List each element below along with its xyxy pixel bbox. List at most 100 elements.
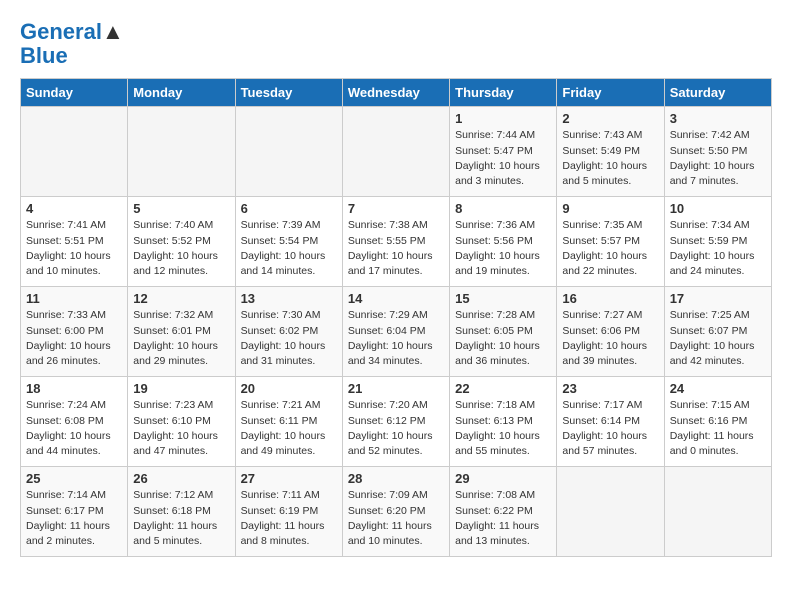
day-number: 9 [562,201,658,216]
day-info: Sunrise: 7:14 AM Sunset: 6:17 PM Dayligh… [26,488,122,549]
calendar-week-row: 1Sunrise: 7:44 AM Sunset: 5:47 PM Daylig… [21,107,772,197]
day-info: Sunrise: 7:15 AM Sunset: 6:16 PM Dayligh… [670,398,766,459]
day-info: Sunrise: 7:40 AM Sunset: 5:52 PM Dayligh… [133,218,229,279]
day-info: Sunrise: 7:09 AM Sunset: 6:20 PM Dayligh… [348,488,444,549]
weekday-header: Wednesday [342,79,449,107]
day-number: 15 [455,291,551,306]
day-number: 19 [133,381,229,396]
day-info: Sunrise: 7:34 AM Sunset: 5:59 PM Dayligh… [670,218,766,279]
day-number: 24 [670,381,766,396]
day-number: 25 [26,471,122,486]
day-number: 2 [562,111,658,126]
day-info: Sunrise: 7:18 AM Sunset: 6:13 PM Dayligh… [455,398,551,459]
logo-text: General▲ [20,20,124,44]
calendar-cell: 27 Sunrise: 7:11 AM Sunset: 6:19 PM Dayli… [235,467,342,557]
calendar-body: 1Sunrise: 7:44 AM Sunset: 5:47 PM Daylig… [21,107,772,557]
calendar-week-row: 18 Sunrise: 7:24 AM Sunset: 6:08 PM Dayli… [21,377,772,467]
day-info: Sunrise: 7:35 AM Sunset: 5:57 PM Dayligh… [562,218,658,279]
day-number: 26 [133,471,229,486]
day-info: Sunrise: 7:38 AM Sunset: 5:55 PM Dayligh… [348,218,444,279]
calendar-cell [664,467,771,557]
day-number: 18 [26,381,122,396]
day-number: 11 [26,291,122,306]
weekday-header: Friday [557,79,664,107]
day-info: Sunrise: 7:43 AM Sunset: 5:49 PM Dayligh… [562,128,658,189]
calendar-cell: 9 Sunrise: 7:35 AM Sunset: 5:57 PM Daylig… [557,197,664,287]
day-info: Sunrise: 7:24 AM Sunset: 6:08 PM Dayligh… [26,398,122,459]
calendar-cell: 26 Sunrise: 7:12 AM Sunset: 6:18 PM Dayli… [128,467,235,557]
weekday-header: Monday [128,79,235,107]
calendar-cell: 4 Sunrise: 7:41 AM Sunset: 5:51 PM Daylig… [21,197,128,287]
day-info: Sunrise: 7:21 AM Sunset: 6:11 PM Dayligh… [241,398,337,459]
calendar-cell [128,107,235,197]
page-header: General▲ Blue [20,20,772,68]
day-number: 28 [348,471,444,486]
day-number: 21 [348,381,444,396]
day-info: Sunrise: 7:12 AM Sunset: 6:18 PM Dayligh… [133,488,229,549]
calendar-cell: 10 Sunrise: 7:34 AM Sunset: 5:59 PM Dayli… [664,197,771,287]
day-info: Sunrise: 7:29 AM Sunset: 6:04 PM Dayligh… [348,308,444,369]
calendar-cell: 12 Sunrise: 7:32 AM Sunset: 6:01 PM Dayli… [128,287,235,377]
calendar-cell: 21 Sunrise: 7:20 AM Sunset: 6:12 PM Dayli… [342,377,449,467]
calendar-cell: 5 Sunrise: 7:40 AM Sunset: 5:52 PM Daylig… [128,197,235,287]
day-info: Sunrise: 7:27 AM Sunset: 6:06 PM Dayligh… [562,308,658,369]
calendar-cell: 1Sunrise: 7:44 AM Sunset: 5:47 PM Daylig… [450,107,557,197]
day-info: Sunrise: 7:39 AM Sunset: 5:54 PM Dayligh… [241,218,337,279]
day-number: 10 [670,201,766,216]
day-number: 22 [455,381,551,396]
weekday-header: Sunday [21,79,128,107]
day-number: 20 [241,381,337,396]
day-info: Sunrise: 7:41 AM Sunset: 5:51 PM Dayligh… [26,218,122,279]
calendar-cell [21,107,128,197]
calendar-week-row: 25 Sunrise: 7:14 AM Sunset: 6:17 PM Dayli… [21,467,772,557]
calendar-table: SundayMondayTuesdayWednesdayThursdayFrid… [20,78,772,557]
day-info: Sunrise: 7:25 AM Sunset: 6:07 PM Dayligh… [670,308,766,369]
day-number: 16 [562,291,658,306]
calendar-cell: 18 Sunrise: 7:24 AM Sunset: 6:08 PM Dayli… [21,377,128,467]
day-info: Sunrise: 7:30 AM Sunset: 6:02 PM Dayligh… [241,308,337,369]
calendar-cell [557,467,664,557]
calendar-cell: 23Sunrise: 7:17 AM Sunset: 6:14 PM Dayli… [557,377,664,467]
day-info: Sunrise: 7:44 AM Sunset: 5:47 PM Dayligh… [455,128,551,189]
day-number: 5 [133,201,229,216]
calendar-cell: 24 Sunrise: 7:15 AM Sunset: 6:16 PM Dayli… [664,377,771,467]
day-number: 13 [241,291,337,306]
day-number: 27 [241,471,337,486]
day-info: Sunrise: 7:36 AM Sunset: 5:56 PM Dayligh… [455,218,551,279]
calendar-cell: 3 Sunrise: 7:42 AM Sunset: 5:50 PM Daylig… [664,107,771,197]
day-number: 3 [670,111,766,126]
day-number: 4 [26,201,122,216]
calendar-cell: 8 Sunrise: 7:36 AM Sunset: 5:56 PM Daylig… [450,197,557,287]
day-number: 14 [348,291,444,306]
calendar-week-row: 11Sunrise: 7:33 AM Sunset: 6:00 PM Dayli… [21,287,772,377]
day-info: Sunrise: 7:42 AM Sunset: 5:50 PM Dayligh… [670,128,766,189]
calendar-cell: 17 Sunrise: 7:25 AM Sunset: 6:07 PM Dayli… [664,287,771,377]
weekday-header: Saturday [664,79,771,107]
calendar-cell: 29Sunrise: 7:08 AM Sunset: 6:22 PM Dayli… [450,467,557,557]
calendar-cell: 22 Sunrise: 7:18 AM Sunset: 6:13 PM Dayli… [450,377,557,467]
calendar-week-row: 4 Sunrise: 7:41 AM Sunset: 5:51 PM Daylig… [21,197,772,287]
calendar-cell: 28 Sunrise: 7:09 AM Sunset: 6:20 PM Dayli… [342,467,449,557]
logo: General▲ Blue [20,20,124,68]
calendar-cell: 15Sunrise: 7:28 AM Sunset: 6:05 PM Dayli… [450,287,557,377]
day-info: Sunrise: 7:17 AM Sunset: 6:14 PM Dayligh… [562,398,658,459]
logo-text2: Blue [20,44,124,68]
calendar-cell: 19 Sunrise: 7:23 AM Sunset: 6:10 PM Dayli… [128,377,235,467]
day-number: 6 [241,201,337,216]
calendar-cell: 16 Sunrise: 7:27 AM Sunset: 6:06 PM Dayli… [557,287,664,377]
day-number: 8 [455,201,551,216]
day-number: 12 [133,291,229,306]
day-info: Sunrise: 7:20 AM Sunset: 6:12 PM Dayligh… [348,398,444,459]
day-number: 17 [670,291,766,306]
day-info: Sunrise: 7:23 AM Sunset: 6:10 PM Dayligh… [133,398,229,459]
calendar-cell: 13 Sunrise: 7:30 AM Sunset: 6:02 PM Dayli… [235,287,342,377]
calendar-cell [235,107,342,197]
calendar-header-row: SundayMondayTuesdayWednesdayThursdayFrid… [21,79,772,107]
weekday-header: Thursday [450,79,557,107]
day-info: Sunrise: 7:32 AM Sunset: 6:01 PM Dayligh… [133,308,229,369]
day-number: 7 [348,201,444,216]
calendar-cell: 14 Sunrise: 7:29 AM Sunset: 6:04 PM Dayli… [342,287,449,377]
day-info: Sunrise: 7:11 AM Sunset: 6:19 PM Dayligh… [241,488,337,549]
calendar-cell: 6 Sunrise: 7:39 AM Sunset: 5:54 PM Daylig… [235,197,342,287]
calendar-cell: 2 Sunrise: 7:43 AM Sunset: 5:49 PM Daylig… [557,107,664,197]
